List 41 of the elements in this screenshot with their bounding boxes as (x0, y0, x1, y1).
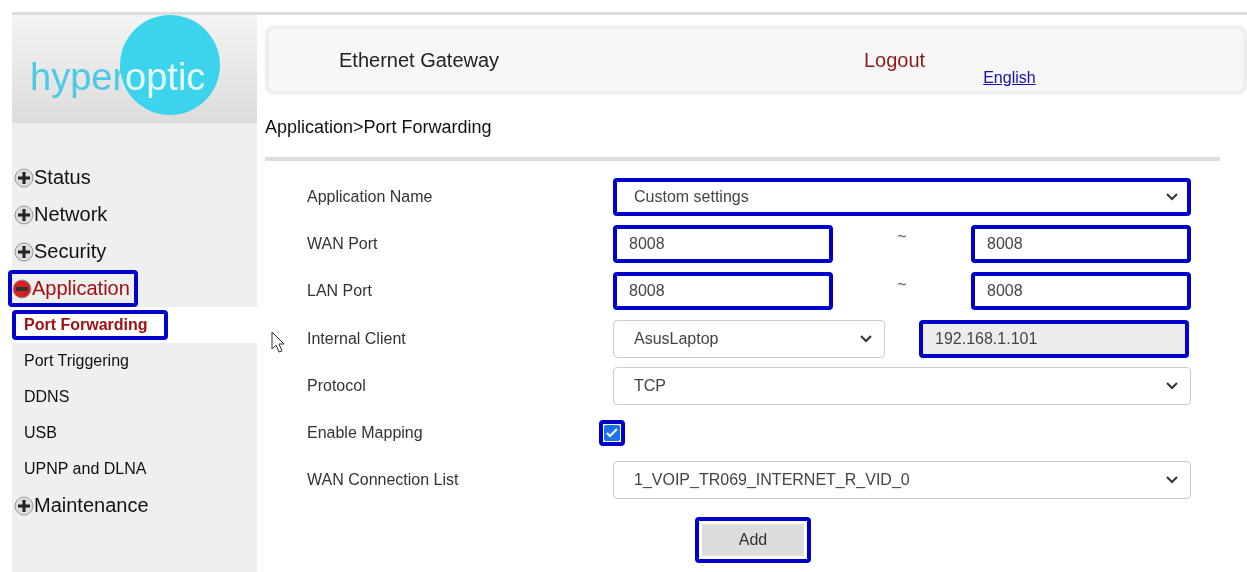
gateway-title: Ethernet Gateway (339, 48, 501, 72)
dropdown[interactable]: 1_VOIP_TR069_INTERNET_R_VID_0 (613, 461, 1191, 500)
dropdown[interactable]: Custom settings (613, 177, 1191, 216)
chevron-down-icon (860, 334, 872, 343)
sidebar-subitem[interactable]: DDNS (12, 379, 257, 415)
sidebar-subitem[interactable]: UPNP and DLNA (12, 451, 257, 487)
field-label: Application Name (307, 187, 434, 206)
chevron-down-icon (1166, 476, 1178, 485)
input-field[interactable]: 8008 (971, 224, 1191, 263)
field-label: Protocol (307, 376, 367, 395)
input-field: 192.168.1.101 (919, 319, 1189, 358)
input-field[interactable]: 8008 (971, 272, 1191, 311)
sidebar-item[interactable]: Application (8, 270, 138, 307)
field-label: Enable Mapping (307, 424, 424, 443)
checkbox[interactable] (599, 420, 625, 447)
sidebar-subitem[interactable]: Port Forwarding (12, 307, 257, 343)
range-separator: ~ (896, 274, 908, 294)
logo-text: hyperoptic (30, 57, 206, 97)
field-label: LAN Port (307, 282, 373, 301)
input-field[interactable]: 8008 (613, 272, 833, 311)
field-label: WAN Connection List (307, 471, 460, 490)
sidebar-item[interactable]: Maintenance (12, 487, 151, 524)
breadcrumb: Application>Port Forwarding (265, 117, 492, 137)
chevron-down-icon (1166, 192, 1178, 201)
field-label: Internal Client (307, 329, 407, 348)
checkmark-icon (604, 425, 620, 442)
chevron-down-icon (1166, 381, 1178, 390)
cursor-icon (271, 331, 285, 353)
language-link[interactable]: English (983, 69, 1036, 87)
sidebar-item[interactable]: Security (12, 233, 109, 270)
dropdown[interactable]: TCP (613, 366, 1191, 405)
range-separator: ~ (896, 227, 908, 247)
sidebar-item[interactable]: Network (12, 196, 110, 233)
logout-link[interactable]: Logout (864, 48, 926, 72)
dropdown[interactable]: AsusLaptop (613, 319, 885, 358)
add-button[interactable]: Add (695, 517, 811, 564)
input-field[interactable]: 8008 (613, 224, 833, 263)
sidebar-item[interactable]: Status (12, 159, 93, 196)
sidebar-subitem[interactable]: Port Triggering (12, 343, 257, 379)
sidebar-subitem[interactable]: USB (12, 415, 257, 451)
field-label: WAN Port (307, 234, 379, 253)
